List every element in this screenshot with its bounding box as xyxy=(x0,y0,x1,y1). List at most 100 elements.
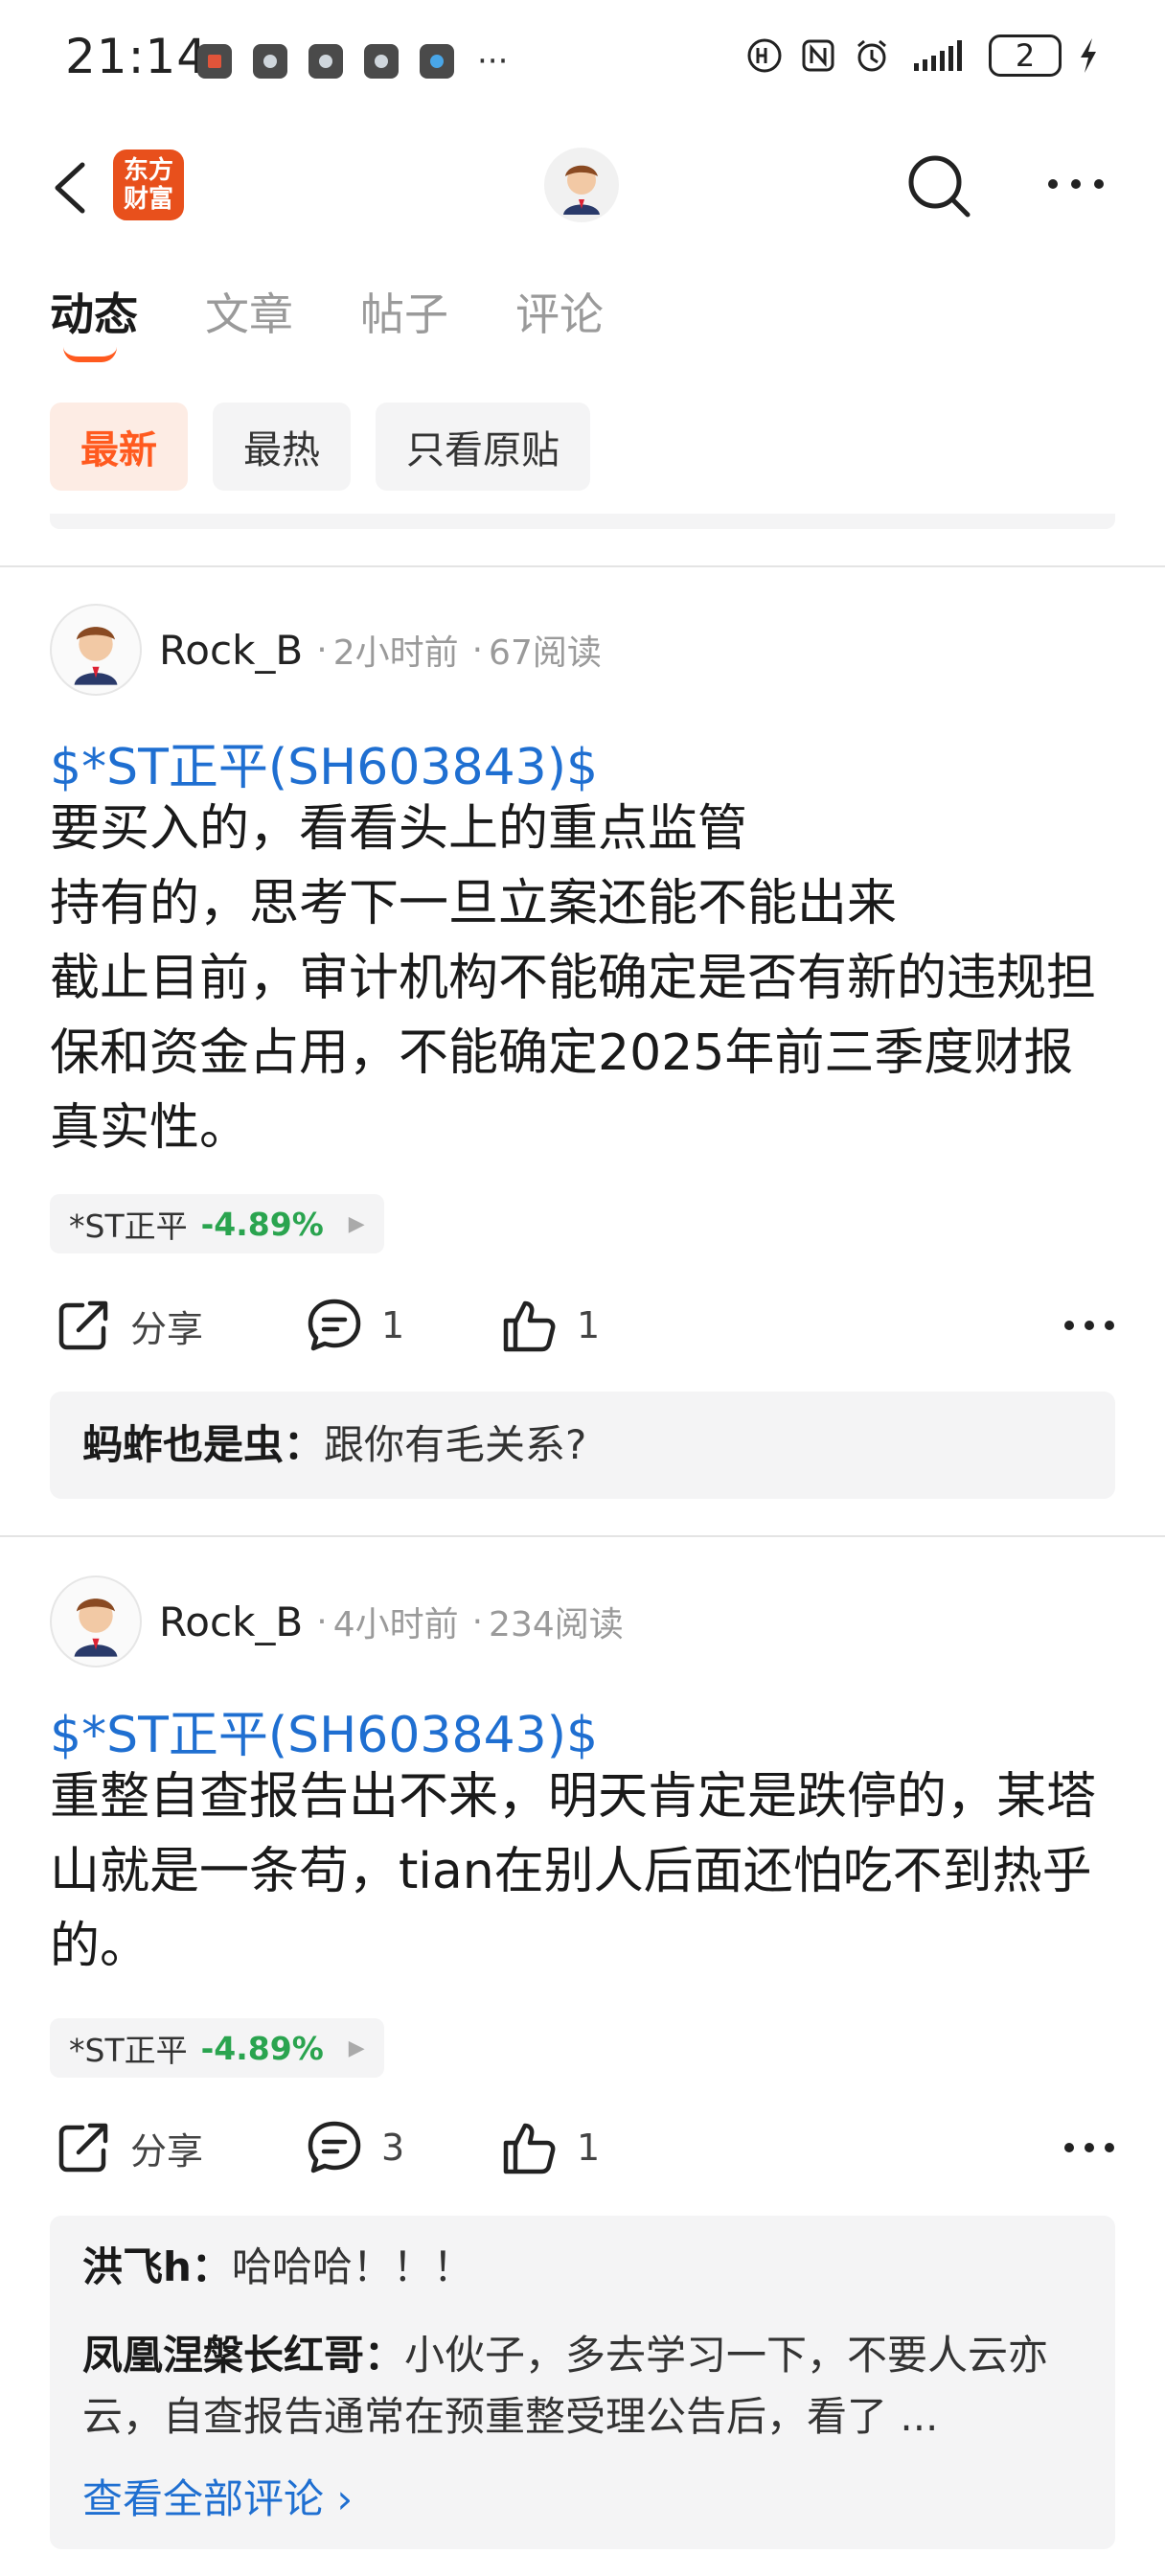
read-count: 67阅读 xyxy=(489,633,602,673)
comment-text: 跟你有毛关系? xyxy=(324,1421,587,1468)
comment-item[interactable]: 凤凰涅槃长红哥：小伙子，多去学习一下，不要人云亦云，自查报告通常在预重整受理公告… xyxy=(82,2325,1088,2448)
author-name[interactable]: Rock_B xyxy=(159,1598,303,1645)
share-icon xyxy=(58,1300,108,1350)
stock-tag-change: -4.89% xyxy=(200,2029,324,2067)
comment-preview[interactable]: 洪飞h：哈哈哈！！！ 凤凰涅槃长红哥：小伙子，多去学习一下，不要人云亦云，自查报… xyxy=(50,2216,1115,2549)
author-row: Rock_B · 4小时前 · 234阅读 xyxy=(50,1576,624,1668)
comment-count: 3 xyxy=(381,2127,405,2169)
post-actions: 分享 3 1 xyxy=(50,2114,1115,2181)
comment-icon xyxy=(308,1299,361,1351)
status-bar: 21:14 ··· 2 xyxy=(0,0,1165,115)
author-avatar[interactable] xyxy=(50,1576,142,1668)
section-divider xyxy=(0,1535,1165,1537)
like-button[interactable]: 1 xyxy=(500,2114,600,2181)
share-icon xyxy=(58,2123,108,2173)
comment-item[interactable]: 蚂蚱也是虫：跟你有毛关系? xyxy=(82,1416,1088,1474)
meta-separator: · xyxy=(471,1601,484,1642)
cartoon-avatar-icon xyxy=(74,1598,118,1657)
meta-separator: · xyxy=(316,630,328,670)
filter-hottest[interactable]: 最热 xyxy=(213,402,351,491)
share-button[interactable]: 分享 xyxy=(54,1292,203,1359)
meta-separator: · xyxy=(471,630,484,670)
hd-call-icon xyxy=(747,38,782,73)
stock-link[interactable]: $*ST正平(SH603843)$ xyxy=(50,1694,598,1766)
author-row: Rock_B · 2小时前 · 67阅读 xyxy=(50,604,602,696)
app-notification-icon xyxy=(253,44,287,79)
filter-original-only[interactable]: 只看原贴 xyxy=(376,402,590,491)
cartoon-avatar-icon xyxy=(563,165,600,215)
profile-tabs: 动态 文章 帖子 评论 xyxy=(50,280,604,366)
top-nav-bar: 东方 财富 xyxy=(0,134,1165,240)
post-more-button[interactable] xyxy=(1063,2114,1115,2181)
signal-icon xyxy=(914,40,962,71)
tab-articles[interactable]: 文章 xyxy=(205,280,293,366)
post-time: 2小时前 xyxy=(332,633,459,673)
app-notification-icon xyxy=(420,44,454,79)
app-notification-icon xyxy=(364,44,399,79)
stock-tag-name: *ST正平 xyxy=(69,2032,188,2069)
comment-button[interactable]: 3 xyxy=(305,2114,404,2181)
share-label: 分享 xyxy=(130,1307,204,1350)
chevron-right-icon: ▶ xyxy=(348,1211,365,1236)
logo-text-line1: 东方 xyxy=(123,156,173,185)
comment-count: 1 xyxy=(381,1304,405,1346)
chevron-right-icon: ▶ xyxy=(348,2036,365,2060)
more-options-icon[interactable] xyxy=(1044,172,1108,196)
notification-icons: ··· xyxy=(197,42,508,80)
like-button[interactable]: 1 xyxy=(500,1292,600,1359)
share-button[interactable]: 分享 xyxy=(54,2114,203,2181)
stock-link[interactable]: $*ST正平(SH603843)$ xyxy=(50,726,598,798)
author-name[interactable]: Rock_B xyxy=(159,627,303,674)
post-more-button[interactable] xyxy=(1063,1292,1115,1359)
comment-user: 洪飞h： xyxy=(82,2243,232,2290)
back-arrow-icon[interactable] xyxy=(48,159,90,217)
like-count: 1 xyxy=(577,2127,601,2169)
share-label: 分享 xyxy=(130,2129,204,2173)
sort-filters: 最新 最热 只看原贴 xyxy=(50,402,590,491)
post-body[interactable]: 要买入的，看看头上的重点监管 持有的，思考下一旦立案还能不能出来 截止目前，审计… xyxy=(50,792,1123,1165)
alarm-icon xyxy=(857,39,886,72)
tab-dynamics[interactable]: 动态 xyxy=(50,280,138,366)
comment-button[interactable]: 1 xyxy=(305,1292,404,1359)
post-actions: 分享 1 1 xyxy=(50,1292,1115,1359)
logo-text-line2: 财富 xyxy=(123,185,173,214)
battery-indicator: 2 xyxy=(989,34,1062,77)
eastmoney-logo[interactable]: 东方 财富 xyxy=(113,150,184,220)
nfc-icon xyxy=(802,39,834,72)
status-time: 21:14 xyxy=(65,29,209,84)
tab-posts[interactable]: 帖子 xyxy=(360,280,448,366)
thumbs-up-icon xyxy=(503,1300,556,1352)
like-count: 1 xyxy=(577,1304,601,1346)
app-notification-icon xyxy=(197,44,232,79)
comment-item[interactable]: 洪飞h：哈哈哈！！！ xyxy=(82,2239,1088,2296)
thumbs-up-icon xyxy=(503,2123,556,2174)
comment-preview[interactable]: 蚂蚱也是虫：跟你有毛关系? xyxy=(50,1392,1115,1499)
app-notification-icon xyxy=(308,44,343,79)
system-icons: 2 xyxy=(745,34,1100,77)
charging-icon xyxy=(1081,38,1096,73)
comment-user: 凤凰涅槃长红哥： xyxy=(82,2332,405,2379)
search-icon[interactable] xyxy=(904,151,973,220)
more-notifications-icon: ··· xyxy=(477,42,509,80)
section-divider xyxy=(0,565,1165,567)
comment-text: 哈哈哈！！！ xyxy=(231,2243,473,2290)
previous-card-edge xyxy=(50,514,1115,529)
stock-tag-name: *ST正平 xyxy=(69,1208,188,1245)
stock-tag[interactable]: *ST正平 -4.89% ▶ xyxy=(50,2018,384,2078)
stock-tag[interactable]: *ST正平 -4.89% ▶ xyxy=(50,1194,384,1254)
stock-tag-change: -4.89% xyxy=(200,1205,324,1243)
cartoon-avatar-icon xyxy=(74,627,118,685)
comment-icon xyxy=(308,2121,361,2174)
meta-separator: · xyxy=(316,1601,328,1642)
post-body[interactable]: 重整自查报告出不来，明天肯定是跌停的，某塔山就是一条苟，tian在别人后面还怕吃… xyxy=(50,1760,1123,1984)
author-avatar[interactable] xyxy=(50,604,142,696)
comment-user: 蚂蚱也是虫： xyxy=(82,1421,325,1468)
read-count: 234阅读 xyxy=(489,1605,624,1644)
more-options-icon xyxy=(1064,2143,1114,2152)
view-all-comments-link[interactable]: 查看全部评论 › xyxy=(82,2467,353,2525)
user-avatar[interactable] xyxy=(544,148,619,222)
more-options-icon xyxy=(1064,1321,1114,1330)
filter-latest[interactable]: 最新 xyxy=(50,402,188,491)
post-time: 4小时前 xyxy=(332,1605,459,1644)
tab-comments[interactable]: 评论 xyxy=(515,280,604,366)
